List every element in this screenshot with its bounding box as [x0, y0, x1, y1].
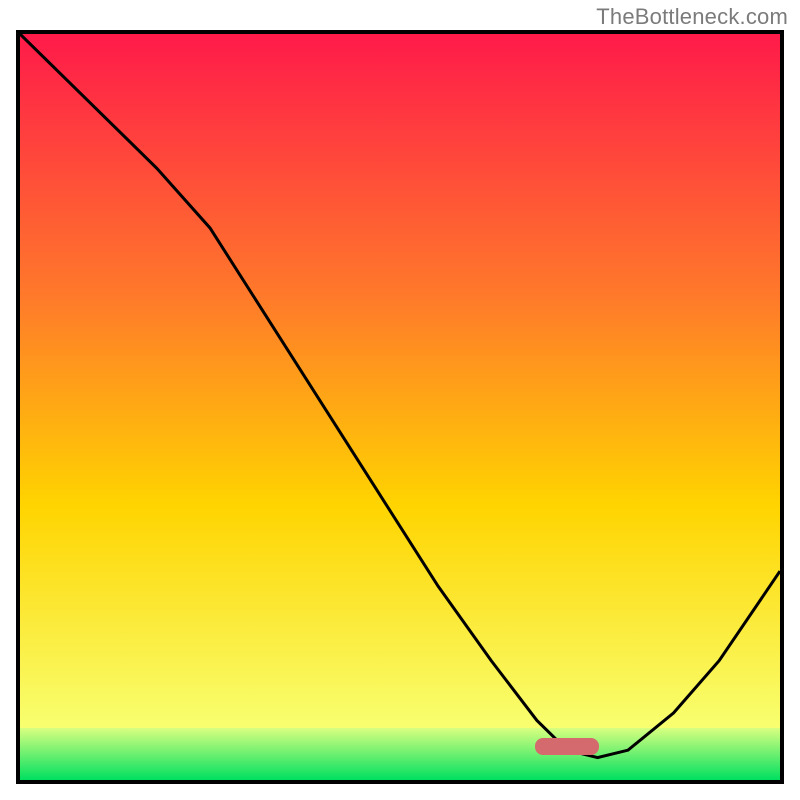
chart-canvas: TheBottleneck.com	[0, 0, 800, 800]
plot-area	[16, 30, 784, 784]
bottleneck-curve	[20, 34, 780, 758]
watermark-text: TheBottleneck.com	[596, 4, 788, 30]
bottleneck-curve-svg	[20, 34, 780, 780]
optimal-marker	[535, 738, 600, 754]
plot-frame	[16, 30, 784, 784]
